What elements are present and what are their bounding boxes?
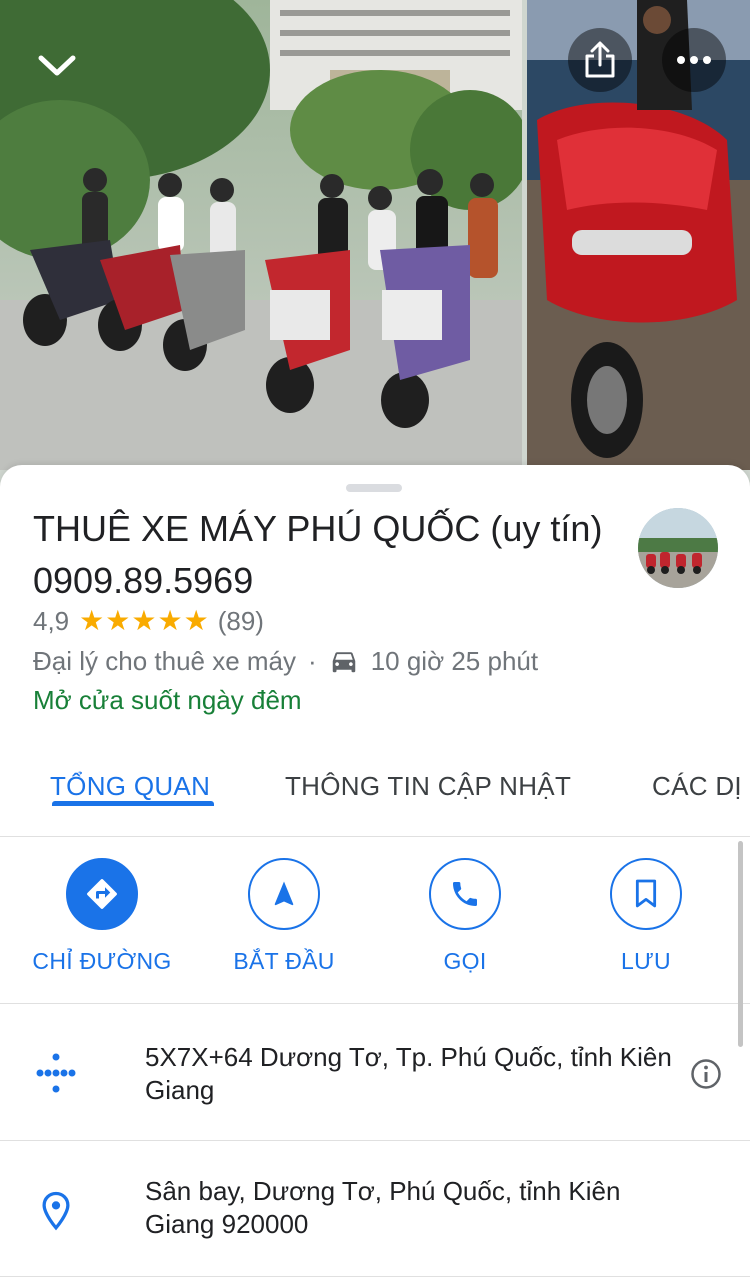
location-pin-icon bbox=[34, 1189, 78, 1233]
directions-label: CHỈ ĐƯỜNG bbox=[32, 948, 172, 974]
collapse-button[interactable] bbox=[22, 36, 92, 96]
more-horizontal-icon bbox=[677, 56, 711, 64]
directions-button[interactable]: CHỈ ĐƯỜNG bbox=[22, 858, 182, 975]
navigation-arrow-icon bbox=[248, 858, 320, 930]
action-buttons: CHỈ ĐƯỜNG BẮT ĐẦU GỌI LƯU bbox=[0, 838, 750, 1004]
bookmark-icon bbox=[610, 858, 682, 930]
place-title: THUÊ XE MÁY PHÚ QUỐC (uy tín) 0909.89.59… bbox=[33, 508, 603, 601]
photo-carousel[interactable] bbox=[0, 0, 750, 500]
star-icon: ★ bbox=[105, 605, 131, 636]
tab-overview[interactable]: TỔNG QUAN bbox=[50, 771, 210, 802]
active-tab-indicator bbox=[52, 801, 214, 806]
hours-status[interactable]: Mở cửa suốt ngày đêm bbox=[33, 682, 302, 718]
plus-code-row[interactable]: 5X7X+64 Dương Tơ, Tp. Phú Quốc, tỉnh Kiê… bbox=[0, 1005, 750, 1141]
star-icon: ★ bbox=[183, 605, 209, 636]
star-icon: ★ bbox=[131, 605, 157, 636]
chevron-down-icon bbox=[38, 55, 76, 76]
star-icon: ★ bbox=[157, 605, 183, 636]
start-navigation-button[interactable]: BẮT ĐẦU bbox=[204, 858, 364, 975]
separator-dot: · bbox=[308, 645, 317, 676]
tab-services[interactable]: CÁC DỊ bbox=[652, 771, 742, 802]
place-sheet: THUÊ XE MÁY PHÚ QUỐC (uy tín) 0909.89.59… bbox=[0, 465, 750, 1277]
drive-time: 10 giờ 25 phút bbox=[370, 645, 539, 676]
rating-row[interactable]: 4,9 ★ ★ ★ ★ ★ (89) bbox=[33, 603, 264, 639]
call-button[interactable]: GỌI bbox=[385, 858, 545, 975]
tab-bar: TỔNG QUAN THÔNG TIN CẬP NHẬT CÁC DỊ bbox=[0, 757, 750, 837]
info-icon[interactable] bbox=[690, 1058, 722, 1090]
save-button[interactable]: LƯU bbox=[566, 858, 726, 975]
tab-updates[interactable]: THÔNG TIN CẬP NHẬT bbox=[285, 771, 571, 802]
sheet-drag-handle[interactable] bbox=[346, 484, 402, 492]
place-category: Đại lý cho thuê xe máy bbox=[33, 645, 297, 676]
car-icon bbox=[329, 646, 359, 676]
save-label: LƯU bbox=[621, 948, 671, 974]
address-text: Sân bay, Dương Tơ, Phú Quốc, tỉnh Kiên G… bbox=[145, 1176, 621, 1239]
start-label: BẮT ĐẦU bbox=[233, 948, 335, 974]
star-icon: ★ bbox=[79, 605, 105, 636]
rating-stars: ★ ★ ★ ★ ★ bbox=[79, 607, 210, 635]
review-count: (89) bbox=[217, 605, 264, 636]
share-button[interactable] bbox=[568, 28, 632, 92]
directions-icon bbox=[66, 858, 138, 930]
plus-code-icon bbox=[34, 1051, 78, 1095]
more-options-button[interactable] bbox=[662, 28, 726, 92]
address-row[interactable]: Sân bay, Dương Tơ, Phú Quốc, tỉnh Kiên G… bbox=[0, 1141, 750, 1277]
share-icon bbox=[585, 41, 615, 78]
phone-icon bbox=[429, 858, 501, 930]
plus-code-text: 5X7X+64 Dương Tơ, Tp. Phú Quốc, tỉnh Kiê… bbox=[145, 1042, 672, 1105]
call-label: GỌI bbox=[443, 948, 487, 974]
category-row: Đại lý cho thuê xe máy · 10 giờ 25 phút bbox=[33, 643, 538, 679]
rating-value: 4,9 bbox=[33, 605, 70, 636]
place-thumbnail[interactable] bbox=[638, 508, 718, 588]
scrollbar[interactable] bbox=[738, 841, 743, 1047]
